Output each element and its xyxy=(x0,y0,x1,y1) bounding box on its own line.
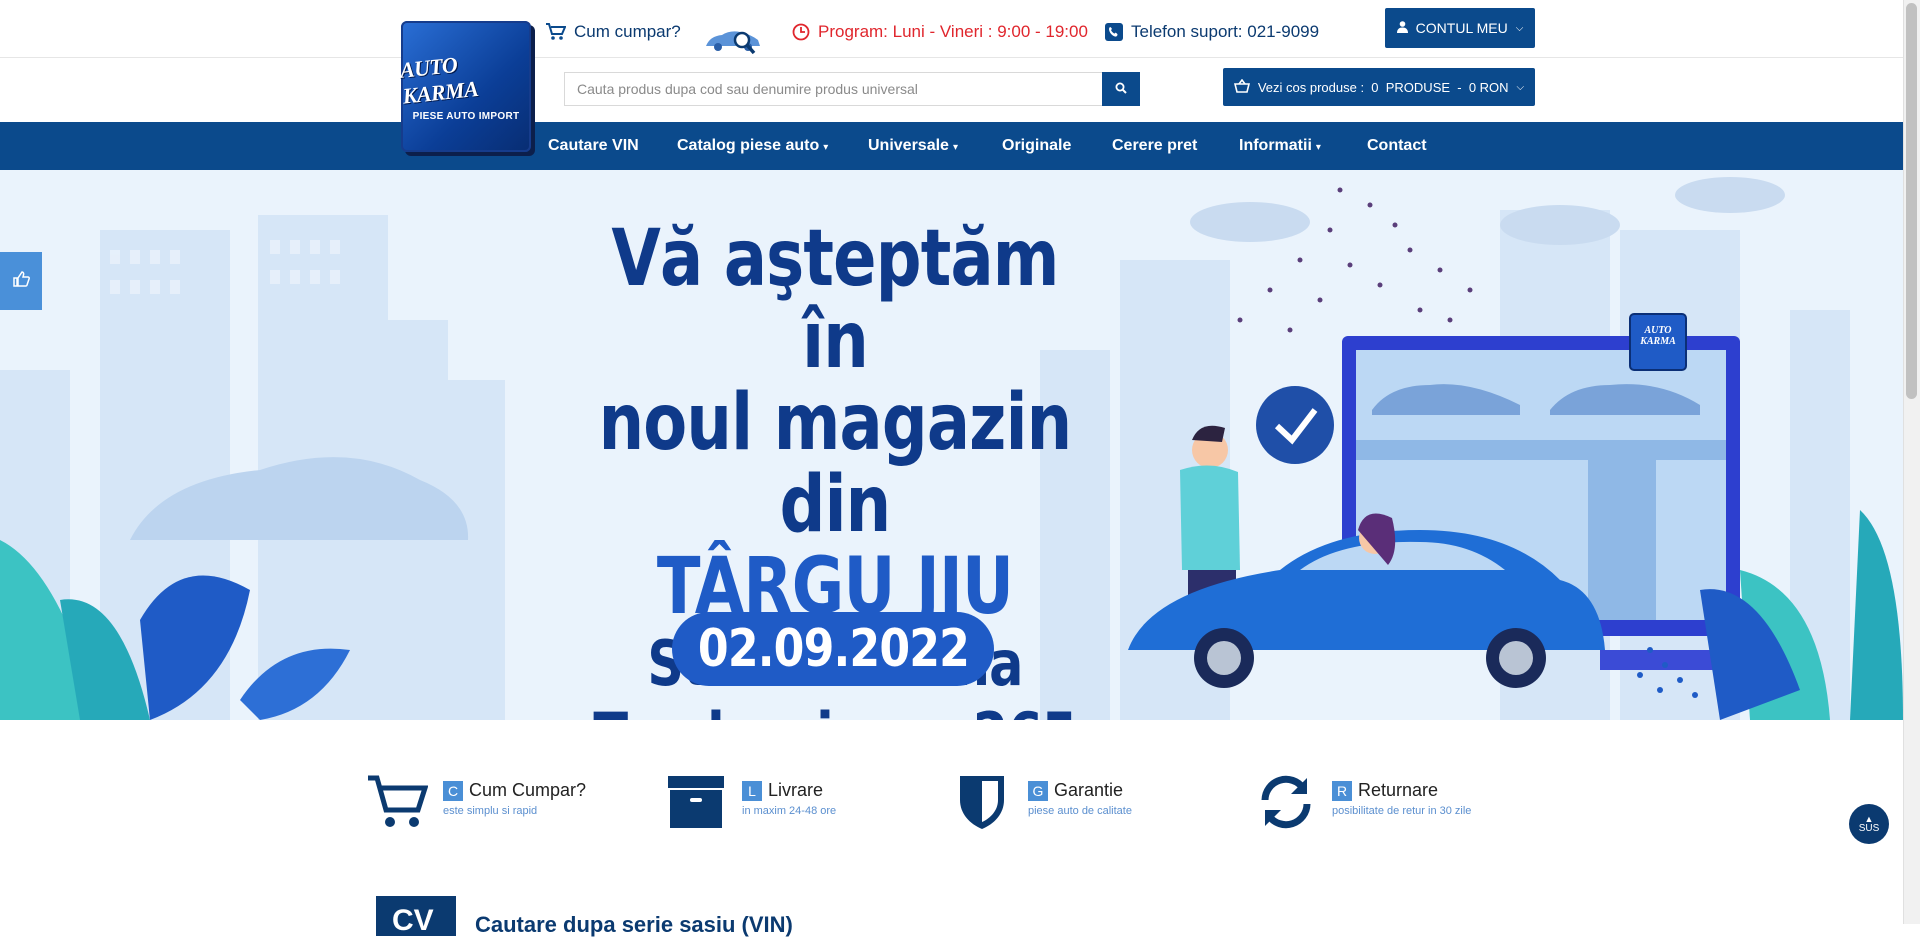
feature-subtitle: posibilitate de retur in 30 zile xyxy=(1332,805,1472,817)
program-label: Program: Luni - Vineri : 9:00 - 19:00 xyxy=(818,22,1088,41)
thumbs-up-icon xyxy=(12,270,30,292)
refresh-icon xyxy=(1254,772,1318,832)
search-bar xyxy=(564,72,1140,106)
hero-banner[interactable]: Vă aşteptăm în noul magazin din TÂRGU JI… xyxy=(0,170,1903,720)
how-to-buy-link[interactable]: Cum cumpar? xyxy=(546,22,681,42)
nav-label: Originale xyxy=(1002,137,1072,154)
feature-delivery[interactable]: L Livrare in maxim 24-48 ore xyxy=(664,772,836,832)
feature-warranty[interactable]: G Garantie piese auto de calitate xyxy=(950,772,1132,832)
main-nav: Cautare VIN Catalog piese auto ▾ Universa… xyxy=(0,122,1903,170)
caret-down-icon: ▾ xyxy=(1315,142,1321,153)
nav-label: Universale xyxy=(868,137,949,154)
clock-icon xyxy=(792,23,810,41)
logo-subtitle: PIESE AUTO IMPORT xyxy=(412,111,520,122)
vin-badge: CV xyxy=(376,896,456,937)
feature-title: Garantie xyxy=(1054,780,1124,800)
feature-subtitle: in maxim 24-48 ore xyxy=(742,805,837,817)
scrollbar-thumb[interactable] xyxy=(1906,3,1917,399)
cart-label: Vezi cos produse : 0 PRODUSE - 0 RON xyxy=(1257,79,1509,95)
my-account-label: CONTUL MEU xyxy=(1415,20,1508,36)
feature-subtitle: piese auto de calitate xyxy=(1028,805,1132,817)
nav-label: Cerere pret xyxy=(1112,137,1198,154)
basket-icon xyxy=(1233,78,1250,96)
nav-item-originale[interactable]: Originale xyxy=(1002,122,1071,170)
nav-item-cautare-vin[interactable]: Cautare VIN xyxy=(548,122,639,170)
cart-icon xyxy=(546,23,566,41)
caret-down-icon: ▾ xyxy=(823,142,829,153)
how-to-buy-label: Cum cumpar? xyxy=(574,22,681,41)
cart-icon xyxy=(365,772,429,832)
search-button[interactable] xyxy=(1102,72,1140,106)
nav-item-catalog[interactable]: Catalog piese auto ▾ xyxy=(677,122,828,170)
feature-letter: L xyxy=(742,780,762,801)
hero-line-2: noul magazin din xyxy=(598,378,1073,550)
nav-label: Informatii xyxy=(1239,137,1312,154)
car-search-icon[interactable] xyxy=(704,26,764,56)
chevron-down-icon: ⌵ xyxy=(1515,22,1524,34)
scroll-top-button[interactable]: ▲ SUS xyxy=(1849,804,1889,844)
nav-item-universale[interactable]: Universale ▾ xyxy=(868,122,958,170)
cart-button[interactable]: Vezi cos produse : 0 PRODUSE - 0 RON ⌵ xyxy=(1223,68,1535,106)
scroll-top-label: SUS xyxy=(1858,823,1880,834)
top-bar: Cum cumpar? Program: Luni - Vineri : 9:0… xyxy=(0,0,1903,58)
nav-label: Catalog piese auto xyxy=(677,137,820,154)
feature-title: Livrare xyxy=(768,780,824,800)
feature-returns[interactable]: R Returnare posibilitate de retur in 30 z… xyxy=(1254,772,1471,832)
hero-date-badge: 02.09.2022 xyxy=(672,612,994,686)
my-account-button[interactable]: CONTUL MEU ⌵ xyxy=(1385,8,1535,48)
nav-item-cerere-pret[interactable]: Cerere pret xyxy=(1112,122,1197,170)
hero-line-1: Vă aşteptăm în xyxy=(611,214,1059,386)
chevron-down-icon: ⌵ xyxy=(1516,81,1525,93)
hero-line-5: Teodoroiu nr. 265 xyxy=(577,700,1094,721)
hero-date: 02.09.2022 xyxy=(697,619,969,679)
mini-logo-text: AUTO KARMA xyxy=(1640,325,1676,347)
feature-letter: G xyxy=(1028,780,1048,801)
feature-title: Cum Cumpar? xyxy=(469,780,587,800)
feature-letter: R xyxy=(1332,780,1352,801)
caret-down-icon: ▾ xyxy=(952,142,958,153)
feature-how-to-buy[interactable]: C Cum Cumpar? este simplu si rapid xyxy=(365,772,586,832)
shield-icon xyxy=(950,772,1014,832)
logo-title: AUTO KARMA xyxy=(398,51,480,109)
box-icon xyxy=(664,772,728,832)
phone-label: Telefon suport: 021-9099 xyxy=(1131,22,1320,41)
nav-item-informatii[interactable]: Informatii ▾ xyxy=(1239,122,1321,170)
search-input[interactable] xyxy=(564,72,1102,106)
user-icon xyxy=(1396,20,1408,36)
phone-icon xyxy=(1105,23,1123,41)
site-logo[interactable]: AUTO KARMA PIESE AUTO IMPORT xyxy=(398,21,531,152)
search-icon xyxy=(1115,82,1127,97)
feature-subtitle: este simplu si rapid xyxy=(443,805,538,817)
vin-section-title: Cautare dupa serie sasiu (VIN) xyxy=(475,912,793,937)
phone-info[interactable]: Telefon suport: 021-9099 xyxy=(1105,22,1319,42)
nav-label: Cautare VIN xyxy=(548,137,639,154)
feature-title: Returnare xyxy=(1358,780,1439,800)
nav-label: Contact xyxy=(1367,137,1427,154)
nav-item-contact[interactable]: Contact xyxy=(1367,122,1427,170)
side-feedback-tab[interactable] xyxy=(0,252,42,310)
feature-letter: C xyxy=(443,780,463,801)
program-info: Program: Luni - Vineri : 9:00 - 19:00 xyxy=(792,22,1088,42)
